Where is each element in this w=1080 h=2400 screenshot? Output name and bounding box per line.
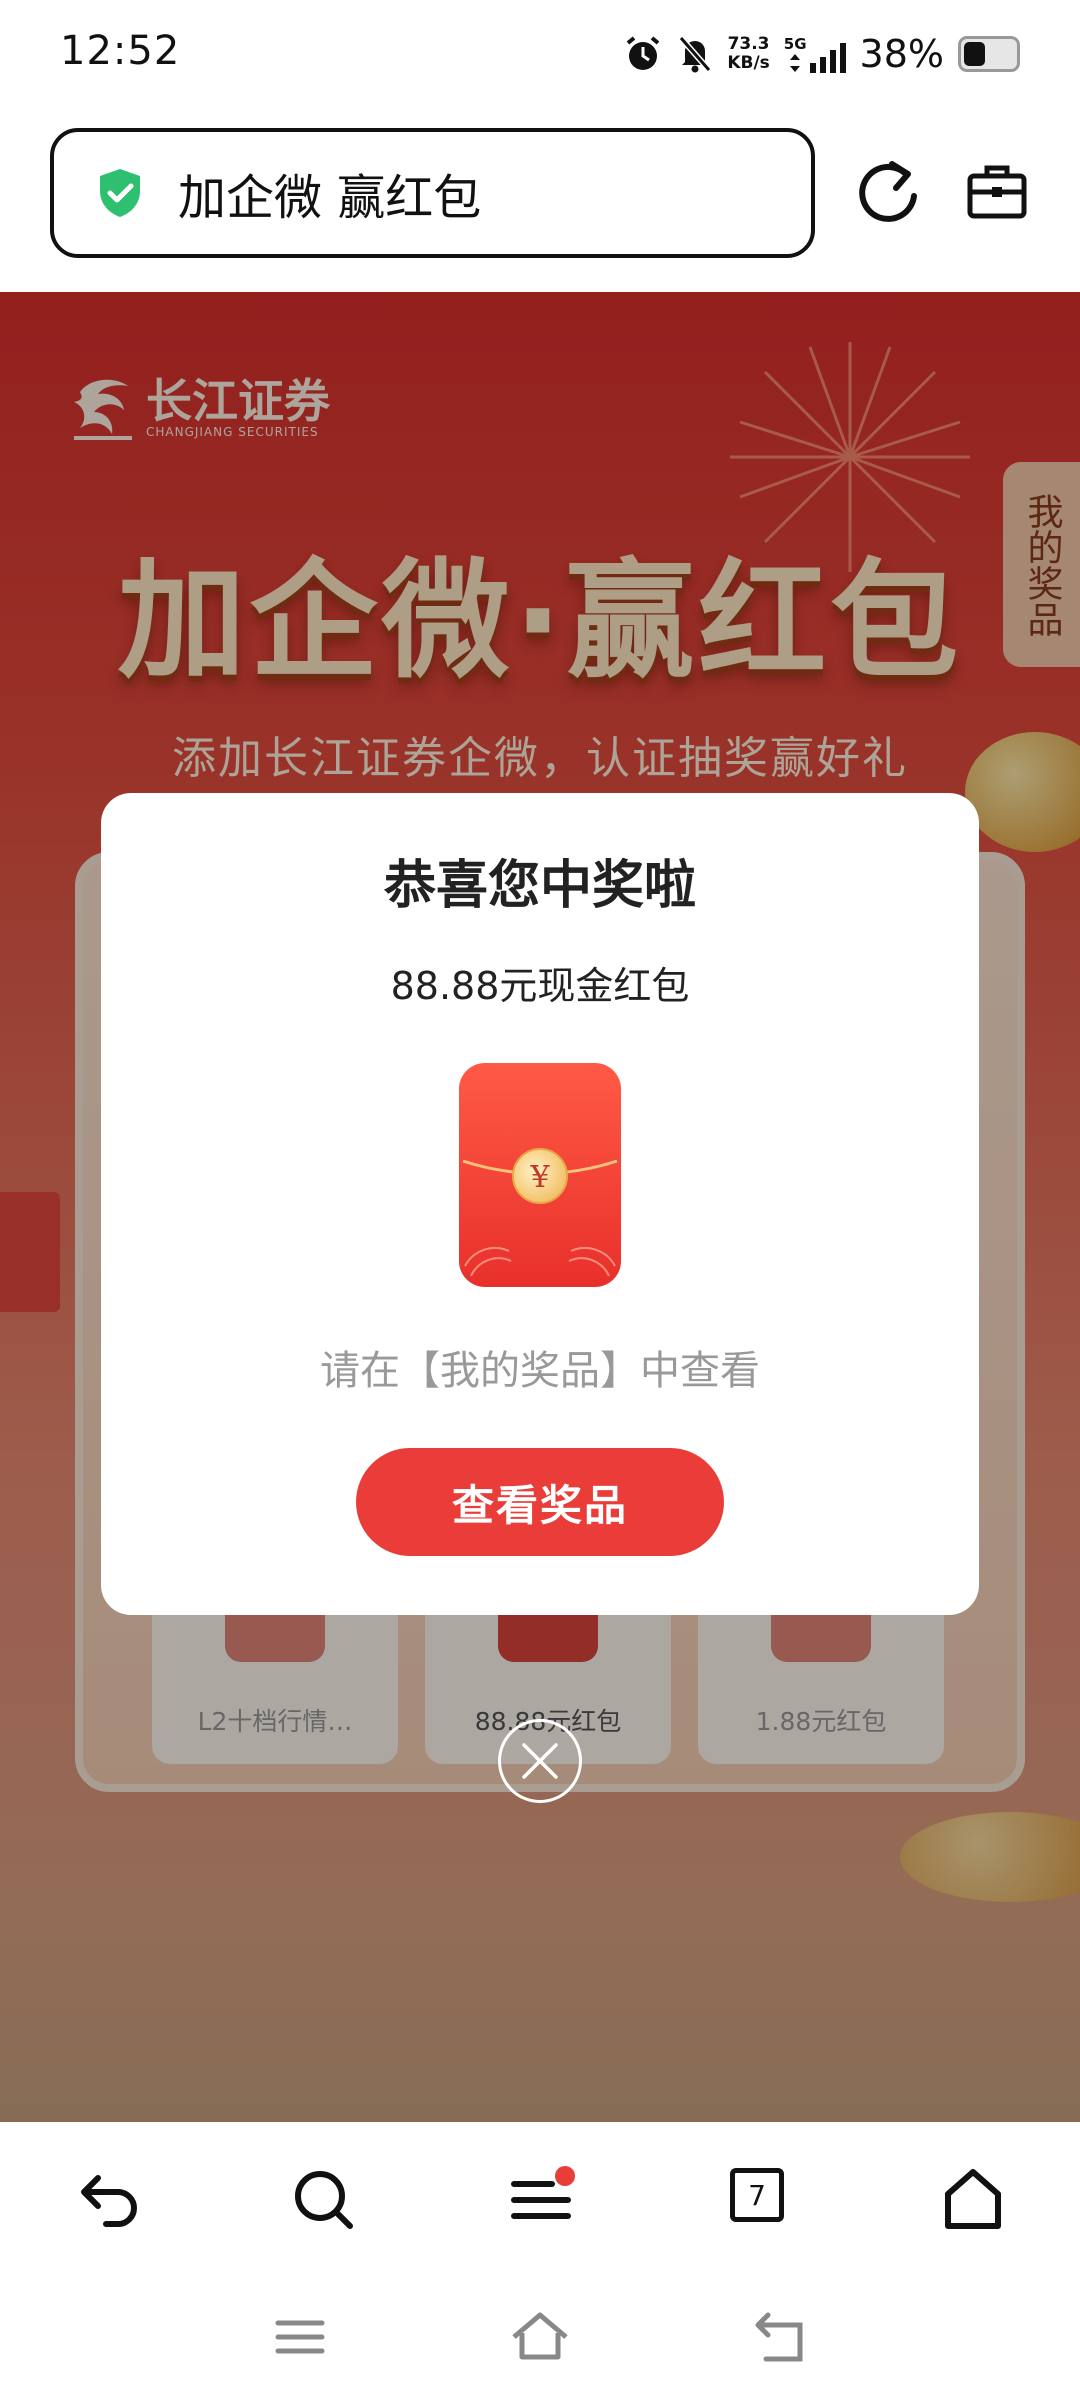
- prize-dialog: 恭喜您中奖啦 88.88元现金红包 ¥ 请在【我的奖品】中查看 查看奖品: [101, 793, 979, 1615]
- status-icons: 73.3 KB/s 5G 38%: [623, 24, 1020, 84]
- envelope-symbol: ¥: [529, 1160, 550, 1195]
- signal-icon: [809, 43, 846, 73]
- data-arrows-icon: [790, 54, 801, 72]
- dialog-prize-text: 88.88元现金红包: [390, 964, 690, 1008]
- url-field[interactable]: 加企微 赢红包: [50, 128, 815, 258]
- status-time: 12:52: [60, 28, 181, 74]
- security-shield-icon: [100, 169, 140, 217]
- dialog-hint: 请在【我的奖品】中查看: [320, 1348, 760, 1394]
- status-bar: 12:52 73.3 KB/s 5G 38%: [0, 0, 1080, 110]
- view-prize-button[interactable]: 查看奖品: [356, 1448, 724, 1556]
- system-home-icon[interactable]: [510, 2307, 570, 2367]
- browser-toolbar: 7: [0, 2122, 1080, 2277]
- close-icon: [522, 1743, 558, 1779]
- battery-percent: 38%: [859, 32, 944, 76]
- speed-value: 73.3: [727, 34, 770, 54]
- url-title: 加企微 赢红包: [178, 170, 482, 226]
- dialog-title: 恭喜您中奖啦: [383, 856, 696, 916]
- toolbox-icon[interactable]: [966, 160, 1028, 222]
- refresh-icon[interactable]: [858, 158, 922, 226]
- close-dialog-button[interactable]: [498, 1719, 582, 1803]
- browser-address-bar: 加企微 赢红包: [0, 110, 1080, 292]
- mute-icon: [679, 36, 712, 73]
- network-speed: 73.3 KB/s: [727, 35, 769, 73]
- back-icon[interactable]: [76, 2166, 142, 2232]
- network-type: 5G: [783, 35, 807, 53]
- recents-icon[interactable]: [270, 2307, 330, 2367]
- system-nav-bar: [0, 2277, 1080, 2400]
- search-icon[interactable]: [290, 2166, 356, 2232]
- tabs-button[interactable]: 7: [730, 2168, 784, 2222]
- battery-icon: [958, 36, 1020, 72]
- red-envelope-icon: ¥: [459, 1063, 621, 1287]
- cellular-indicator: 5G: [784, 35, 846, 73]
- speed-unit: KB/s: [727, 53, 770, 73]
- system-back-icon[interactable]: [750, 2307, 810, 2367]
- alarm-icon: [627, 36, 660, 70]
- home-icon[interactable]: [940, 2166, 1006, 2232]
- menu-notification-dot: [555, 2166, 575, 2186]
